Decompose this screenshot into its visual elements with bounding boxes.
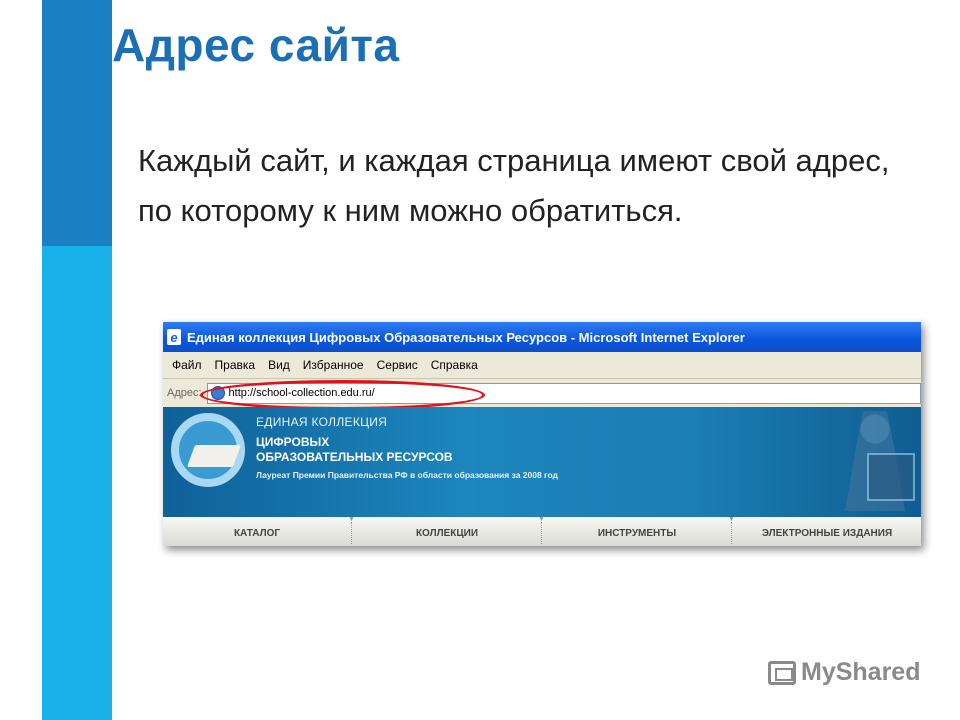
banner-line1: ЕДИНАЯ КОЛЛЕКЦИЯ [256,415,388,429]
book-logo-icon [186,445,242,467]
nav-e-publications[interactable]: ЭЛЕКТРОННЫЕ ИЗДАНИЯ [733,528,921,539]
browser-address-bar: Адрес: http://school-collection.edu.ru/ [163,379,921,410]
internet-explorer-icon: e [167,329,181,345]
banner-line2a: ЦИФРОВЫХ [256,435,330,449]
slide-body-text: Каждый сайт, и каждая страница имеют сво… [138,143,890,228]
menu-tools[interactable]: Сервис [377,358,418,372]
banner-line2b: ОБРАЗОВАТЕЛЬНЫХ РЕСУРСОВ [256,450,453,464]
menu-favorites[interactable]: Избранное [303,358,364,372]
site-banner: ЕДИНАЯ КОЛЛЕКЦИЯ ЦИФРОВЫХ ОБРАЗОВАТЕЛЬНЫ… [163,407,921,517]
projector-icon [768,660,796,685]
logo-text: MyShared [801,658,921,686]
side-bar-dark [42,0,112,246]
browser-menubar: Файл Правка Вид Избранное Сервис Справка [163,352,921,379]
browser-window-screenshot: e Единая коллекция Цифровых Образователь… [163,322,921,546]
menu-view[interactable]: Вид [268,358,290,372]
myshared-logo: MyShared [768,658,920,687]
browser-title: Единая коллекция Цифровых Образовательны… [187,329,745,345]
menu-file[interactable]: Файл [172,358,202,372]
banner-award: Лауреат Премии Правительства РФ в област… [256,470,558,480]
browser-titlebar: e Единая коллекция Цифровых Образователь… [163,322,921,352]
banner-line2: ЦИФРОВЫХ ОБРАЗОВАТЕЛЬНЫХ РЕСУРСОВ [256,435,453,465]
banner-monitor-image [867,453,915,501]
slide-title: Адрес сайта [112,19,400,71]
menu-edit[interactable]: Правка [215,358,256,372]
address-label: Адрес: [167,387,202,399]
side-bar-light [42,246,112,720]
nav-tools[interactable]: ИНСТРУМЕНТЫ [543,528,731,539]
site-navbar: КАТАЛОГ КОЛЛЕКЦИИ ИНСТРУМЕНТЫ ЭЛЕКТРОННЫ… [163,516,921,546]
nav-collections[interactable]: КОЛЛЕКЦИИ [353,528,541,539]
menu-help[interactable]: Справка [431,358,478,372]
nav-catalog[interactable]: КАТАЛОГ [163,528,351,539]
url-highlight-oval [200,380,485,410]
